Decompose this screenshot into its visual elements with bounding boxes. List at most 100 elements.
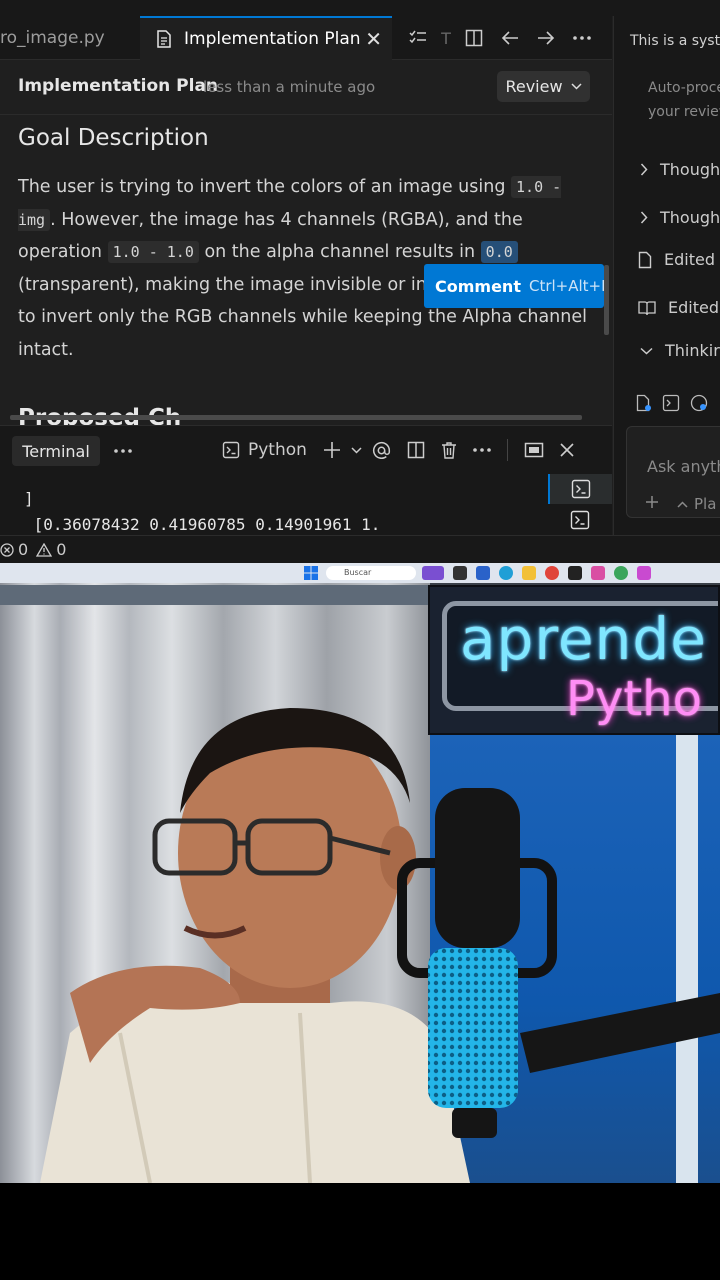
terminal-profile[interactable]: Python <box>214 434 315 466</box>
tab-overflow-label: T <box>441 28 451 48</box>
banner-text-python: Pytho <box>566 671 702 727</box>
thinking-label: Thinkir <box>665 341 720 360</box>
review-label: Review <box>505 77 563 96</box>
tab-implementation-plan[interactable]: Implementation Plan ✕ <box>140 16 392 60</box>
error-count: 0 <box>18 540 29 559</box>
terminal-line: ] <box>24 489 34 508</box>
tab-overflow[interactable]: T <box>436 16 456 60</box>
terminal-profile-label: Python <box>248 440 307 460</box>
chevron-right-icon <box>640 211 648 224</box>
close-panel-icon[interactable] <box>552 434 582 466</box>
problems-indicator[interactable]: 0 0 <box>0 540 66 559</box>
terminal-more-icon[interactable] <box>114 438 132 457</box>
document-title: Implementation Plan <box>18 76 219 96</box>
comment-button[interactable]: Comment Ctrl+Alt+M <box>424 264 604 308</box>
edited-label: Edited <box>668 298 719 317</box>
tab-label: ro_image.py <box>0 28 105 48</box>
thought-label: Though <box>660 160 720 179</box>
system-message: This is a syste <box>630 33 720 49</box>
goal-heading: Goal Description <box>18 125 209 151</box>
thought-item[interactable]: Though <box>640 208 720 227</box>
terminal-instance-1[interactable] <box>548 474 612 504</box>
back-arrow-icon[interactable] <box>492 16 528 60</box>
horizontal-scrollbar[interactable] <box>10 415 582 420</box>
warning-count: 0 <box>56 540 67 559</box>
file-badge-icon[interactable] <box>636 394 652 412</box>
ask-placeholder: Ask anythi <box>647 457 720 476</box>
new-terminal-icon[interactable] <box>315 434 349 466</box>
chevron-right-icon <box>640 163 648 176</box>
trash-icon[interactable] <box>433 434 465 466</box>
context-icons <box>636 394 708 412</box>
split-editor-icon[interactable] <box>456 16 492 60</box>
plan-mode-label: Pla <box>694 495 717 513</box>
thought-label: Though <box>660 208 720 227</box>
edited-doc-item[interactable]: Edited <box>638 298 719 317</box>
document-timestamp: less than a minute ago <box>203 78 376 96</box>
warning-icon <box>36 542 53 557</box>
status-bar: 0 0 <box>0 535 720 563</box>
tab-label: Implementation Plan <box>184 29 361 49</box>
more-actions-icon[interactable] <box>564 16 600 60</box>
at-mention-icon[interactable] <box>364 434 399 466</box>
code-inline: 1.0 - 1.0 <box>107 241 199 263</box>
terminal-instance-2[interactable] <box>548 505 612 535</box>
para-text: to invert only the RGB channels while ke… <box>18 307 587 360</box>
code-inline-selected: 0.0 <box>480 241 518 263</box>
maximize-panel-icon[interactable] <box>516 434 552 466</box>
ask-input[interactable]: Ask anythi Pla <box>626 426 720 518</box>
close-tab-icon[interactable]: ✕ <box>365 27 382 51</box>
chevron-up-icon <box>677 500 688 508</box>
channel-banner: aprende Pytho <box>428 585 720 735</box>
thinking-item[interactable]: Thinkir <box>640 341 720 360</box>
auto-proceed-line: your review <box>648 104 720 120</box>
comment-shortcut: Ctrl+Alt+M <box>528 277 604 295</box>
editor-tab-bar: ro_image.py Implementation Plan ✕ T <box>0 16 612 60</box>
para-text: on the alpha channel results in <box>198 242 481 262</box>
edited-label: Edited <box>664 250 715 269</box>
terminal-instances <box>548 474 612 536</box>
terminal-icon <box>570 510 590 530</box>
agent-side-panel: This is a syste Auto-proce your review T… <box>613 16 720 535</box>
error-icon <box>0 542 14 557</box>
terminal-actions-icon[interactable] <box>465 434 499 466</box>
terminal-icon <box>571 479 591 499</box>
file-icon <box>157 30 171 48</box>
terminal-tab-label: Terminal <box>22 441 90 461</box>
title-strip <box>0 0 720 16</box>
auto-proceed-note: Auto-proce your review <box>648 76 720 124</box>
auto-proceed-line: Auto-proce <box>648 80 720 96</box>
banner-text-aprende: aprende <box>460 605 707 673</box>
thought-item[interactable]: Though <box>640 160 720 179</box>
webcam-video-feed: Buscar aprende Pytho <box>0 563 720 1183</box>
terminal-panel: Terminal Python] [0.36078432 0.41960785… <box>0 425 612 535</box>
terminal-icon <box>222 441 240 459</box>
browser-icon[interactable] <box>690 394 708 412</box>
editor-actions: T <box>400 16 600 60</box>
chevron-down-icon[interactable] <box>349 434 364 466</box>
split-terminal-icon[interactable] <box>399 434 433 466</box>
ide-window: ro_image.py Implementation Plan ✕ T Impl… <box>0 0 720 563</box>
outline-icon[interactable] <box>400 16 436 60</box>
edited-file-item[interactable]: Edited <box>638 250 715 269</box>
chevron-down-icon <box>640 347 653 355</box>
toolbar-divider <box>506 439 508 461</box>
review-button[interactable]: Review <box>497 71 590 102</box>
letterbox-bottom <box>0 1183 720 1280</box>
add-context-icon[interactable] <box>645 495 659 509</box>
terminal-output[interactable]: ] [0.36078432 0.41960785 0.14901961 1. <box>24 486 380 538</box>
ask-toolbar: Pla <box>645 495 716 513</box>
tab-intro-image-py[interactable]: ro_image.py <box>0 16 140 60</box>
vertical-scrollbar[interactable] <box>604 265 609 335</box>
file-icon <box>638 251 652 268</box>
terminal-toolbar: Python <box>214 434 582 466</box>
chevron-down-icon <box>571 83 582 90</box>
document-header: Implementation Plan less than a minute a… <box>0 60 612 115</box>
comment-label: Comment <box>435 276 521 296</box>
book-icon <box>638 300 656 315</box>
forward-arrow-icon[interactable] <box>528 16 564 60</box>
plan-mode-toggle[interactable]: Pla <box>677 495 716 513</box>
terminal-header: Terminal Python <box>0 426 612 474</box>
terminal-icon[interactable] <box>662 394 680 412</box>
terminal-tab[interactable]: Terminal <box>12 436 100 466</box>
